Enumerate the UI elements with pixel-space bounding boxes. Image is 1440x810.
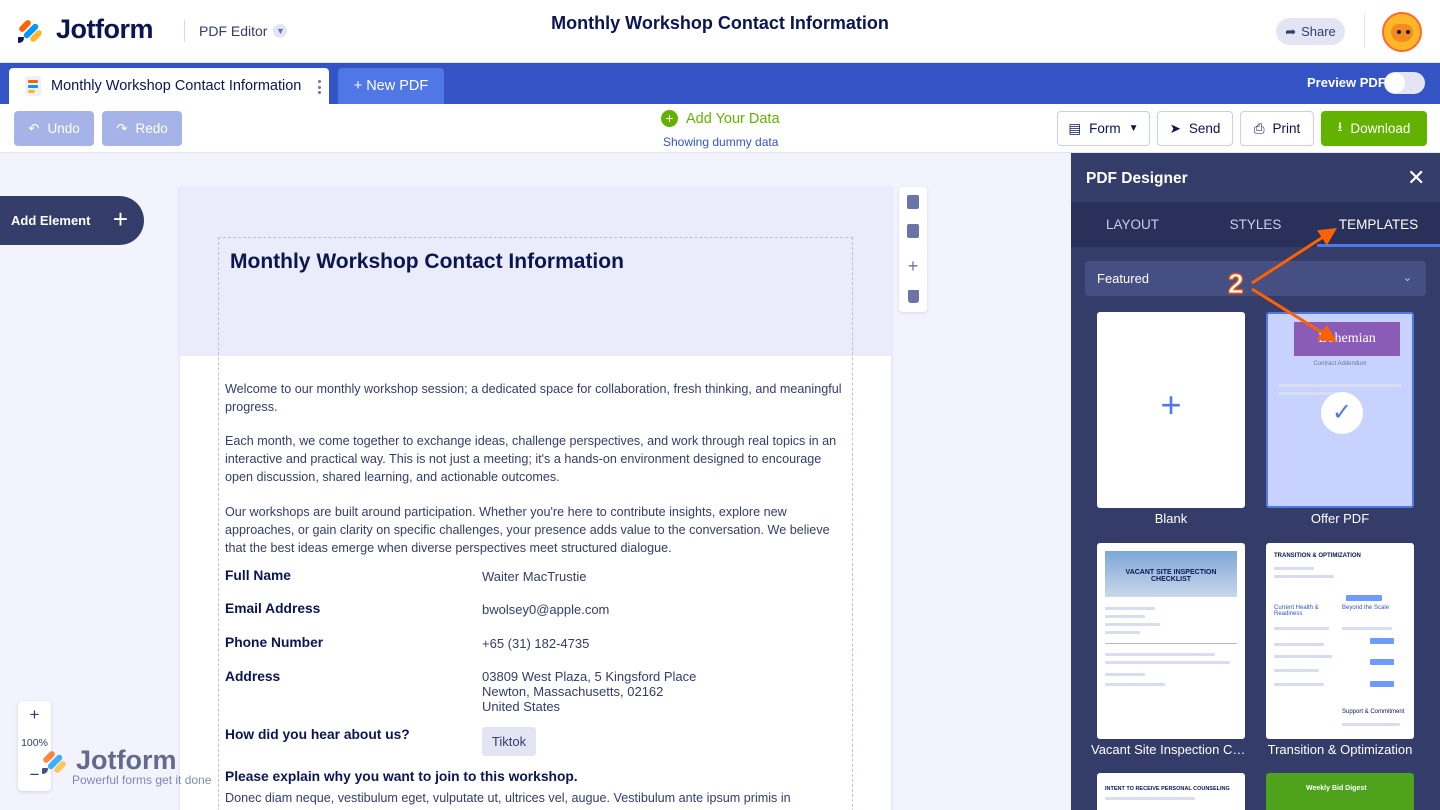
arrow-to-templates-tab [1251,228,1338,285]
annotation-step-number: 2 [1228,268,1245,300]
arrow-to-offer-template [1251,287,1338,342]
annotation-arrows [1251,228,1338,342]
